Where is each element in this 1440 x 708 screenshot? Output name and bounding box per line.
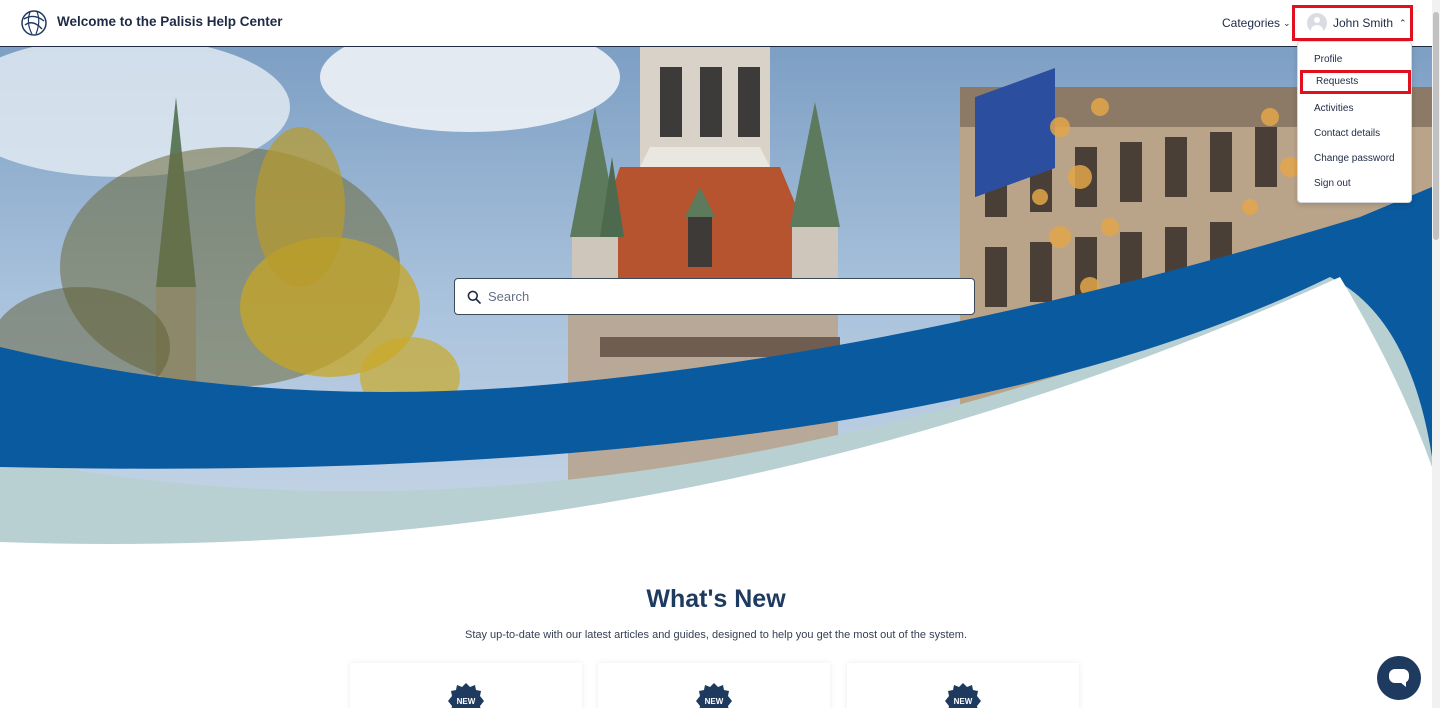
chevron-up-icon: ⌃ — [1399, 17, 1407, 28]
badge-label: NEW — [704, 697, 724, 706]
site-title[interactable]: Welcome to the Palisis Help Center — [57, 14, 283, 29]
categories-label: Categories — [1222, 16, 1281, 30]
menu-item-profile[interactable]: Profile — [1298, 48, 1411, 72]
chat-button[interactable] — [1377, 656, 1421, 700]
badge-label: NEW — [456, 697, 476, 706]
chevron-down-icon: ⌄ — [1283, 17, 1291, 28]
palisis-logo-icon[interactable] — [20, 9, 48, 37]
menu-item-requests[interactable]: Requests — [1300, 70, 1411, 94]
user-dropdown-menu: Profile Requests Activities Contact deta… — [1297, 41, 1412, 203]
scrollbar-thumb[interactable] — [1433, 12, 1439, 240]
article-card[interactable]: NEW — [847, 663, 1079, 708]
menu-item-sign-out[interactable]: Sign out — [1298, 172, 1411, 196]
article-card[interactable]: NEW — [598, 663, 830, 708]
search-icon — [467, 290, 481, 304]
site-header: Welcome to the Palisis Help Center Categ… — [0, 0, 1432, 47]
user-name: John Smith — [1333, 16, 1394, 30]
avatar-icon — [1307, 13, 1327, 33]
whats-new-subtitle: Stay up-to-date with our latest articles… — [464, 629, 967, 641]
search-input[interactable] — [488, 289, 958, 304]
menu-item-activities[interactable]: Activities — [1298, 97, 1411, 121]
whats-new-title: What's New — [646, 585, 786, 613]
new-badge: NEW — [448, 683, 484, 708]
new-badge: NEW — [945, 683, 981, 708]
chat-icon — [1389, 669, 1409, 687]
new-badge: NEW — [696, 683, 732, 708]
page-scrollbar[interactable] — [1432, 0, 1440, 708]
categories-menu-button[interactable]: Categories ⌄ — [1222, 16, 1291, 30]
badge-label: NEW — [953, 697, 973, 706]
menu-item-contact-details[interactable]: Contact details — [1298, 122, 1411, 146]
user-menu-button[interactable]: John Smith ⌃ — [1292, 5, 1413, 41]
article-card[interactable]: NEW — [350, 663, 582, 708]
search-bar[interactable] — [454, 278, 975, 315]
menu-item-change-password[interactable]: Change password — [1298, 147, 1411, 171]
